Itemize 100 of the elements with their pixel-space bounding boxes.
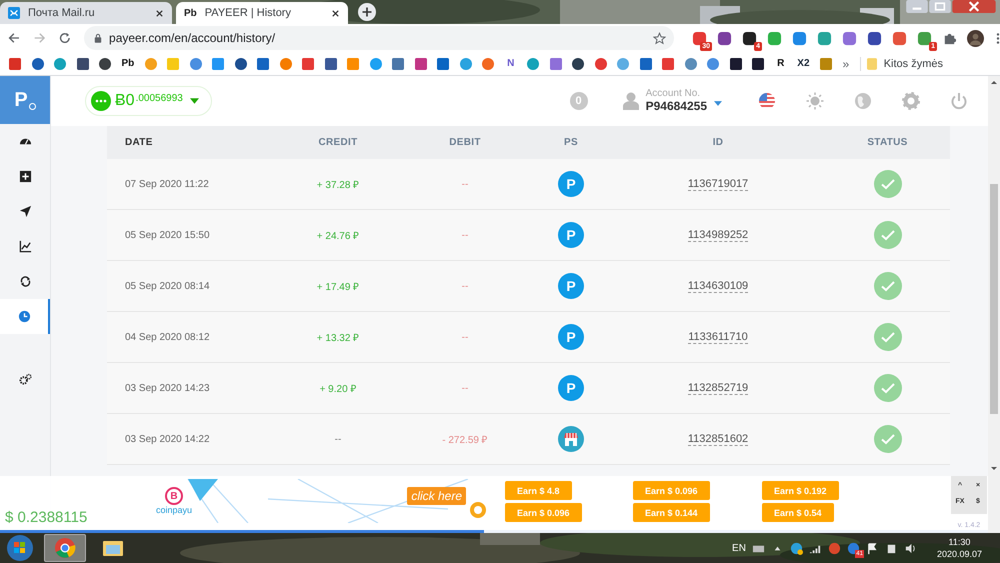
chart-icon: [18, 240, 32, 253]
table-cell: --: [462, 178, 468, 190]
more-bookmarks[interactable]: »: [842, 56, 850, 70]
account-selector[interactable]: Account No. P94684255: [622, 89, 722, 113]
bookmark-icon[interactable]: [730, 58, 742, 70]
table-cell: --: [334, 434, 342, 444]
favicon-text: Pb: [184, 8, 197, 18]
address-bar[interactable]: payeer.com/en/account/history/: [84, 26, 674, 50]
transaction-link[interactable]: 1134630109: [688, 280, 748, 292]
extension-icon[interactable]: [717, 30, 732, 46]
coin-icon: [468, 499, 488, 519]
table-cell-text: 04 Sep 2020 08:12: [124, 332, 211, 342]
start-button[interactable]: [6, 534, 34, 562]
bookmark-icon[interactable]: [752, 58, 764, 70]
bookmark-icon[interactable]: [99, 58, 111, 70]
bookmark-icon[interactable]: [324, 58, 337, 70]
bookmark-icon[interactable]: [234, 58, 247, 70]
check-icon: [874, 425, 902, 453]
table-cell: --: [462, 230, 468, 240]
table-cell-text: 07 Sep 2020 11:22: [124, 178, 210, 190]
column-header: CREDIT: [317, 137, 359, 148]
brand-name: coinpayu: [156, 505, 192, 515]
table-cell-text: 03 Sep 2020 14:22: [124, 434, 211, 444]
table-cell-text: + 13.32 ₽: [316, 332, 360, 344]
browser-tab[interactable]: Pb PAYEER | History: [176, 2, 348, 24]
table-cell: --: [462, 280, 468, 292]
check-icon: [874, 323, 902, 351]
chrome-icon: [54, 537, 76, 559]
column-header: PS: [563, 137, 579, 148]
lock-icon: [94, 33, 102, 43]
payeer-icon: P: [558, 222, 584, 248]
menu-icon[interactable]: [996, 32, 1000, 44]
bookmark-icon[interactable]: [32, 58, 44, 70]
table-cell-text: 03 Sep 2020 14:23: [124, 382, 211, 394]
user-icon: [622, 92, 639, 110]
usd-balance: $ 0.2388115: [4, 508, 88, 526]
tab-title: Почта Mail.ru: [28, 7, 96, 19]
browser-tab[interactable]: Почта Mail.ru: [0, 2, 172, 24]
transaction-link[interactable]: 1133611710: [688, 330, 748, 344]
transaction-link[interactable]: 1132852719: [688, 382, 748, 394]
url-text: payeer.com/en/account/history/: [109, 31, 276, 45]
bookmark-folder[interactable]: Kitos žymės: [884, 58, 943, 70]
new-tab-icon[interactable]: [358, 3, 376, 21]
language-indicator[interactable]: EN: [732, 542, 746, 554]
column-header: STATUS: [866, 137, 909, 148]
reload-icon[interactable]: [58, 31, 72, 45]
payeer-icon: P: [558, 171, 584, 197]
table-cell-text: 05 Sep 2020 15:50: [124, 230, 211, 240]
transaction-link[interactable]: 1132851602: [688, 432, 748, 446]
avatar-icon[interactable]: [967, 30, 984, 46]
check-icon: [874, 170, 902, 198]
shop-icon: [558, 426, 584, 452]
bookmark-icon[interactable]: R: [774, 58, 787, 69]
flag-icon[interactable]: [866, 542, 879, 554]
column-header: DATE: [124, 137, 154, 148]
table-cell-text: 05 Sep 2020 08:14: [124, 280, 211, 292]
extension-icon[interactable]: [742, 30, 758, 46]
transaction-link[interactable]: 1134989252: [688, 228, 748, 242]
folder-icon: [867, 58, 878, 70]
extension-icon[interactable]: [867, 30, 882, 46]
table-cell-text: + 24.76 ₽: [316, 230, 360, 242]
caret-icon: [714, 101, 722, 106]
more-icon: [91, 91, 111, 111]
paper-plane-icon: [18, 205, 32, 218]
close-icon[interactable]: [331, 8, 340, 18]
bookmark-icon[interactable]: [76, 58, 88, 70]
close-icon[interactable]: [155, 8, 164, 18]
clock[interactable]: 11:30 2020.09.07: [936, 536, 982, 560]
browser-icon[interactable]: [790, 542, 803, 554]
column-header: ID: [712, 137, 724, 148]
transaction-link[interactable]: 1136719017: [688, 178, 748, 190]
table-cell: --: [462, 332, 468, 342]
check-icon: [874, 221, 902, 249]
volume-icon[interactable]: [904, 542, 917, 554]
table-cell-text: - 272.59 ₽: [442, 434, 488, 446]
caret-icon: [190, 98, 199, 104]
cleaner-icon[interactable]: [828, 542, 841, 554]
plus-icon: [18, 170, 32, 183]
table-cell-text: + 17.49 ₽: [316, 281, 360, 293]
table-cell-text: + 37.28 ₽: [316, 179, 360, 191]
star-icon[interactable]: [653, 32, 666, 44]
exchange-icon: [18, 275, 32, 288]
settings-icon: [18, 373, 32, 386]
table-cell-text: + 9.20 ₽: [320, 383, 356, 395]
bookmark-icon[interactable]: X2: [797, 58, 810, 69]
bookmark-icon[interactable]: N: [504, 58, 517, 69]
payeer-icon: P: [558, 273, 584, 299]
clock-icon: [18, 310, 30, 323]
table-cell: --: [462, 382, 468, 394]
bookmark-icon[interactable]: Pb: [122, 58, 134, 69]
scrollbar[interactable]: [988, 76, 1000, 533]
bookmark-icon[interactable]: [572, 58, 584, 70]
check-icon: [874, 272, 902, 300]
payeer-icon: P: [558, 375, 584, 401]
mail-icon: [8, 7, 20, 19]
back-icon[interactable]: [7, 31, 21, 45]
payeer-icon: P: [558, 324, 584, 350]
coin-icon: B: [165, 487, 184, 505]
tab-title: PAYEER | History: [204, 7, 292, 19]
column-header: DEBIT: [448, 137, 482, 148]
